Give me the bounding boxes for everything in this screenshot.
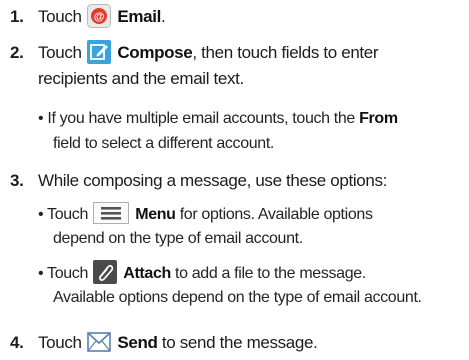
step-number: 1. — [10, 7, 24, 26]
bold-label-menu: Menu — [135, 206, 176, 223]
bullet-menu-option: • Touch Menu for options. Available opti… — [38, 201, 469, 251]
text-run: • Touch — [38, 265, 89, 282]
step-line: recipients and the email text. — [38, 69, 244, 88]
bullet-line: • If you have multiple email accounts, t… — [38, 106, 469, 131]
bold-label-from: From — [359, 110, 398, 127]
bullet-attach-option: • Touch Attach to add a file to the mess… — [38, 260, 469, 310]
bold-label-send: Send — [117, 333, 158, 352]
step-text: While composing a message, use these opt… — [38, 168, 468, 194]
send-envelope-icon — [87, 330, 111, 354]
text-run: Touch — [38, 333, 82, 352]
step-text: Touch Compose, then touch fields to ente… — [38, 40, 468, 92]
text-run: to send the message. — [157, 333, 318, 352]
compose-icon — [87, 40, 111, 64]
step-line: Touch Compose, then touch fields to ente… — [38, 40, 468, 66]
bullet-text: • Touch Menu for options. Available opti… — [38, 201, 469, 251]
text-run: to add a file to the message. — [170, 265, 366, 282]
svg-text:@: @ — [94, 11, 105, 23]
email-app-icon: @ — [87, 4, 111, 28]
step-line: While composing a message, use these opt… — [38, 171, 388, 190]
text-run: • If you have multiple email accounts, t… — [38, 110, 355, 127]
bullet-line: • Touch Menu for options. Available opti… — [38, 201, 469, 226]
email-instructions: 1. Touch @ Email. 2. Touch Compose, then… — [0, 0, 469, 360]
bullet-text: • If you have multiple email accounts, t… — [38, 106, 469, 156]
bullet-text: • Touch Attach to add a file to the mess… — [38, 260, 469, 310]
step-line: Touch @ Email. — [38, 4, 468, 30]
text-run: • Touch — [38, 206, 89, 223]
bullet-line: field to select a different account. — [53, 135, 275, 152]
step-text: Touch @ Email. — [38, 4, 468, 30]
bullet-line: depend on the type of email account. — [53, 230, 303, 247]
text-run: Touch — [38, 7, 82, 26]
step-number: 2. — [10, 43, 24, 62]
bullet-from-field: • If you have multiple email accounts, t… — [38, 106, 469, 156]
step-number: 3. — [10, 171, 24, 190]
text-run: for options. Available options — [175, 206, 373, 223]
step-text: Touch Send to send the message. — [38, 330, 468, 356]
bold-label-compose: Compose — [117, 43, 193, 62]
attach-paperclip-icon — [93, 260, 118, 284]
text-run: . — [160, 7, 166, 26]
text-run: , then touch fields to enter — [192, 43, 379, 62]
bullet-line: Available options depend on the type of … — [53, 289, 422, 306]
bullet-line: • Touch Attach to add a file to the mess… — [38, 260, 469, 285]
bold-label-attach: Attach — [123, 265, 171, 282]
menu-key-icon — [93, 201, 130, 225]
text-run: Touch — [38, 43, 82, 62]
bold-label-email: Email — [117, 7, 161, 26]
step-number: 4. — [10, 333, 24, 352]
step-line: Touch Send to send the message. — [38, 330, 468, 356]
